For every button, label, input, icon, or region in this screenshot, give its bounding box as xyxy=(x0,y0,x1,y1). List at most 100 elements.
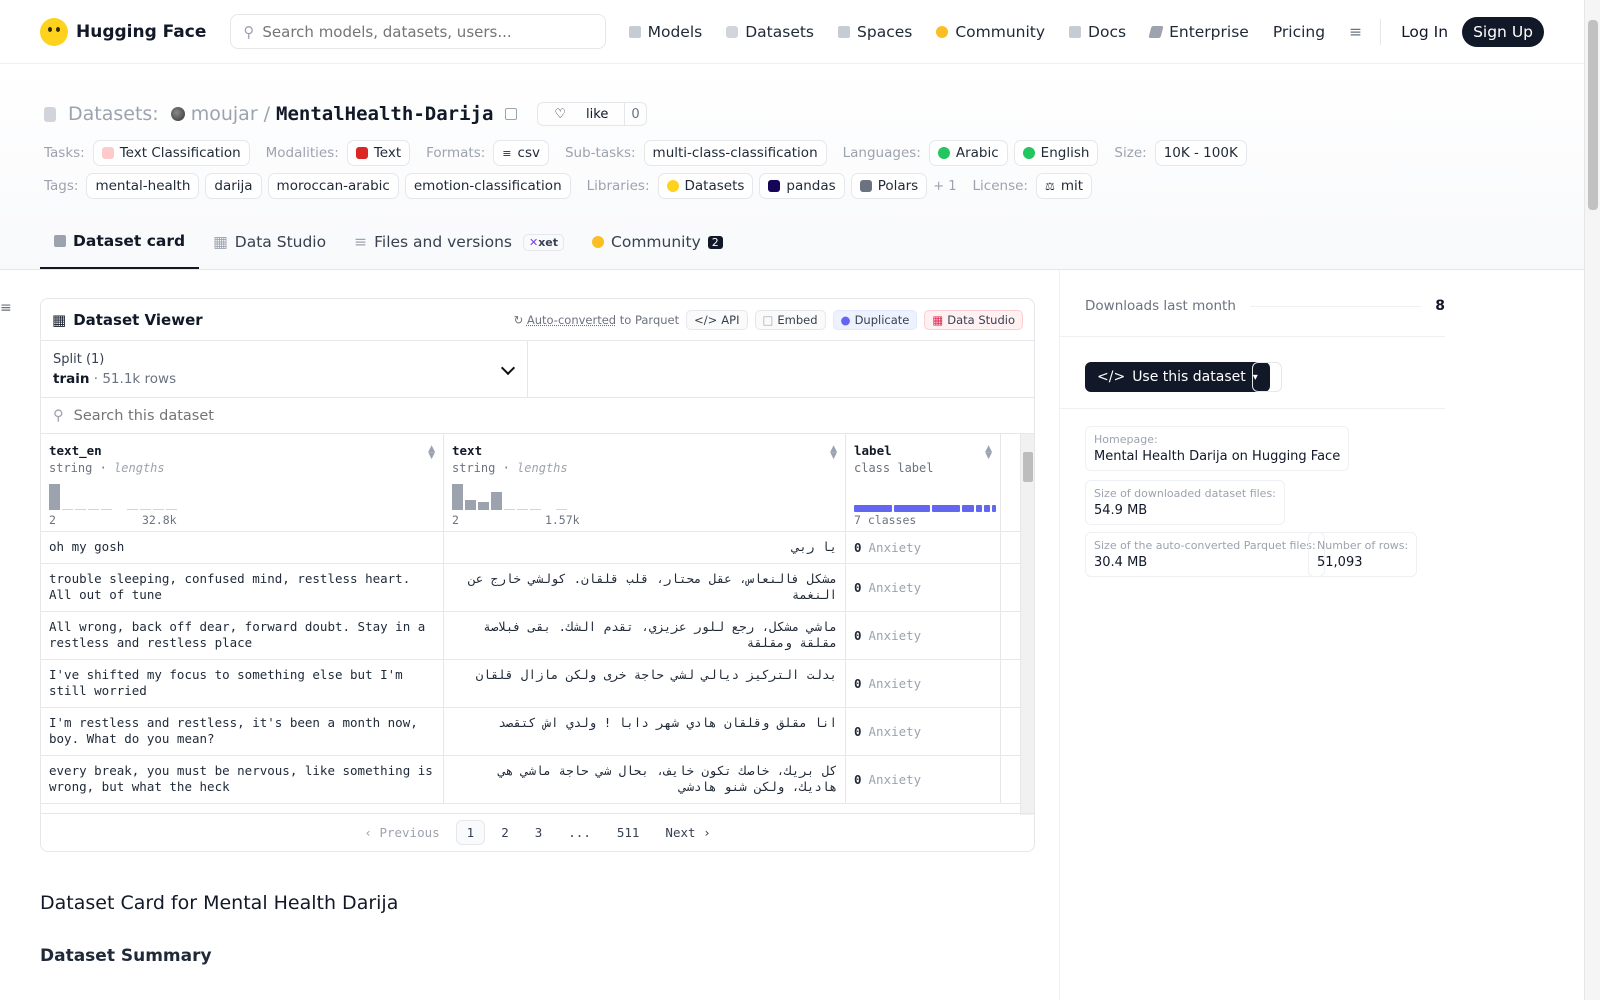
previous-page-button[interactable]: ‹ Previous xyxy=(354,821,449,844)
section-label[interactable]: Datasets: xyxy=(68,103,159,125)
histogram-bar[interactable] xyxy=(101,509,112,510)
histogram-bar[interactable] xyxy=(465,500,476,510)
global-search[interactable]: ⚲ xyxy=(230,14,607,49)
column-header-text-en[interactable]: text_en string · lengths ▲ ▼ 2 32.8k xyxy=(41,434,444,531)
homepage-link[interactable]: Mental Health Darija on Hugging Face xyxy=(1094,449,1340,464)
cell-label[interactable]: 0 Anxiety xyxy=(846,532,1001,563)
column-header-label[interactable]: label class label ▲ ▼ 7 classes xyxy=(846,434,1001,531)
histogram-bar[interactable] xyxy=(452,484,463,510)
tag-chip[interactable]: moroccan-arabic xyxy=(267,173,399,199)
login-link[interactable]: Log In xyxy=(1387,23,1462,41)
table-row[interactable]: every break, you must be nervous, like s… xyxy=(41,756,1034,804)
class-segment[interactable] xyxy=(894,505,930,512)
nav-community[interactable]: Community xyxy=(924,23,1057,41)
nav-docs[interactable]: Docs xyxy=(1057,23,1138,41)
histogram-bar[interactable] xyxy=(153,509,164,510)
page-scrollbar-thumb[interactable] xyxy=(1588,20,1598,210)
dataset-search[interactable]: ⚲ xyxy=(41,398,1034,434)
class-segment[interactable] xyxy=(962,505,974,512)
modality-chip[interactable]: Text xyxy=(346,140,411,166)
page-button[interactable]: 511 xyxy=(607,821,650,844)
data-studio-button[interactable]: ▦ Data Studio xyxy=(924,309,1023,330)
repo-name[interactable]: MentalHealth-Darija xyxy=(276,103,493,125)
like-button[interactable]: ♡ like 0 xyxy=(537,102,647,126)
table-scrollbar[interactable] xyxy=(1020,434,1034,815)
use-dataset-button[interactable]: </> Use this dataset ▾ xyxy=(1085,362,1270,392)
cell-text[interactable]: ماشي مشكل، رجع للور عزيزي، تقدم الشك. بق… xyxy=(444,612,846,659)
tab-dataset-card[interactable]: Dataset card xyxy=(40,215,200,269)
histogram-bar[interactable] xyxy=(556,509,567,510)
sort-icon[interactable]: ▲ ▼ xyxy=(428,445,435,461)
tab-community[interactable]: Community 2 xyxy=(578,215,737,269)
histogram-bar[interactable] xyxy=(517,509,528,510)
cell-text-en[interactable]: every break, you must be nervous, like s… xyxy=(41,756,444,803)
cell-label[interactable]: 0 Anxiety xyxy=(846,708,1001,755)
histogram-bar[interactable] xyxy=(140,509,151,510)
tab-files[interactable]: ≡ Files and versions ✕xet xyxy=(340,215,578,269)
sidebar-toggle-icon[interactable]: ≡ xyxy=(0,300,12,316)
nav-enterprise[interactable]: Enterprise xyxy=(1138,23,1261,41)
class-segment[interactable] xyxy=(992,505,996,512)
api-button[interactable]: </> API xyxy=(686,309,748,330)
cell-text-en[interactable]: I've shifted my focus to something else … xyxy=(41,660,444,707)
sort-icon[interactable]: ▲ ▼ xyxy=(985,445,992,461)
tag-chip[interactable]: emotion-classification xyxy=(404,173,571,199)
cell-label[interactable]: 0 Anxiety xyxy=(846,564,1001,611)
histogram-bar[interactable] xyxy=(504,509,515,510)
task-chip[interactable]: Text Classification xyxy=(92,140,250,166)
histogram-bar[interactable] xyxy=(530,509,541,510)
histogram-bar[interactable] xyxy=(49,484,60,510)
auto-converted-note[interactable]: ↻ Auto-converted to Parquet xyxy=(514,313,680,327)
page-button[interactable]: 3 xyxy=(525,821,553,844)
cell-label[interactable]: 0 Anxiety xyxy=(846,660,1001,707)
split-selector[interactable]: Split (1) train · 51.1k rows xyxy=(41,341,528,397)
cell-text[interactable]: بدلت التركيز ديالي لشي حاجة خرى ولكن ماز… xyxy=(444,660,846,707)
library-chip-polars[interactable]: Polars xyxy=(850,173,928,199)
class-segment[interactable] xyxy=(854,505,892,512)
tab-data-studio[interactable]: ▦ Data Studio xyxy=(199,215,340,269)
histogram-bar[interactable] xyxy=(88,509,99,510)
table-row[interactable]: I'm restless and restless, it's been a m… xyxy=(41,708,1034,756)
embed-button[interactable]: □ Embed xyxy=(754,309,826,330)
tag-chip[interactable]: mental-health xyxy=(86,173,200,199)
cell-text[interactable]: كل بريك، خاصك تكون خايف، بحال شي حاجة ما… xyxy=(444,756,846,803)
cell-text-en[interactable]: oh my gosh xyxy=(41,532,444,563)
more-libraries[interactable]: + 1 xyxy=(933,179,956,194)
library-chip-datasets[interactable]: Datasets xyxy=(657,173,754,199)
histogram-bar[interactable] xyxy=(166,509,177,510)
cell-text[interactable]: انا مقلق وقلقان هادي شهر دابا ! ولدي اش … xyxy=(444,708,846,755)
signup-button[interactable]: Sign Up xyxy=(1462,16,1544,47)
brand-logo[interactable]: Hugging Face xyxy=(40,17,206,46)
table-row[interactable]: I've shifted my focus to something else … xyxy=(41,660,1034,708)
table-row[interactable]: trouble sleeping, confused mind, restles… xyxy=(41,564,1034,612)
class-segment[interactable] xyxy=(976,505,982,512)
language-chip-arabic[interactable]: Arabic xyxy=(928,140,1008,166)
global-search-input[interactable] xyxy=(262,22,583,41)
next-page-button[interactable]: Next › xyxy=(655,821,720,844)
duplicate-button[interactable]: ● Duplicate xyxy=(832,309,918,330)
nav-spaces[interactable]: Spaces xyxy=(826,23,924,41)
cell-label[interactable]: 0 Anxiety xyxy=(846,756,1001,803)
histogram-bar[interactable] xyxy=(75,509,86,510)
page-scrollbar[interactable] xyxy=(1584,0,1600,1000)
owner-link[interactable]: moujar xyxy=(191,103,258,125)
sort-icon[interactable]: ▲ ▼ xyxy=(830,445,837,461)
format-chip[interactable]: ≡ csv xyxy=(493,140,549,166)
histogram-bar[interactable] xyxy=(127,509,138,510)
cell-text-en[interactable]: I'm restless and restless, it's been a m… xyxy=(41,708,444,755)
more-menu-icon[interactable]: ≡ xyxy=(1337,23,1374,41)
histogram-bar[interactable] xyxy=(62,509,73,510)
homepage-card[interactable]: Homepage: Mental Health Darija on Huggin… xyxy=(1085,426,1350,471)
cell-text[interactable]: يا ربي xyxy=(444,532,846,563)
histogram-bar[interactable] xyxy=(491,492,502,510)
more-options-icon[interactable]: ⋮ xyxy=(1252,362,1282,392)
language-chip-english[interactable]: English xyxy=(1013,140,1099,166)
cell-label[interactable]: 0 Anxiety xyxy=(846,612,1001,659)
cell-text-en[interactable]: All wrong, back off dear, forward doubt.… xyxy=(41,612,444,659)
class-segment[interactable] xyxy=(984,505,990,512)
nav-pricing[interactable]: Pricing xyxy=(1261,23,1337,41)
histogram-bar[interactable] xyxy=(478,502,489,510)
table-row[interactable]: All wrong, back off dear, forward doubt.… xyxy=(41,612,1034,660)
copy-icon[interactable] xyxy=(505,108,518,120)
class-segment[interactable] xyxy=(932,505,960,512)
